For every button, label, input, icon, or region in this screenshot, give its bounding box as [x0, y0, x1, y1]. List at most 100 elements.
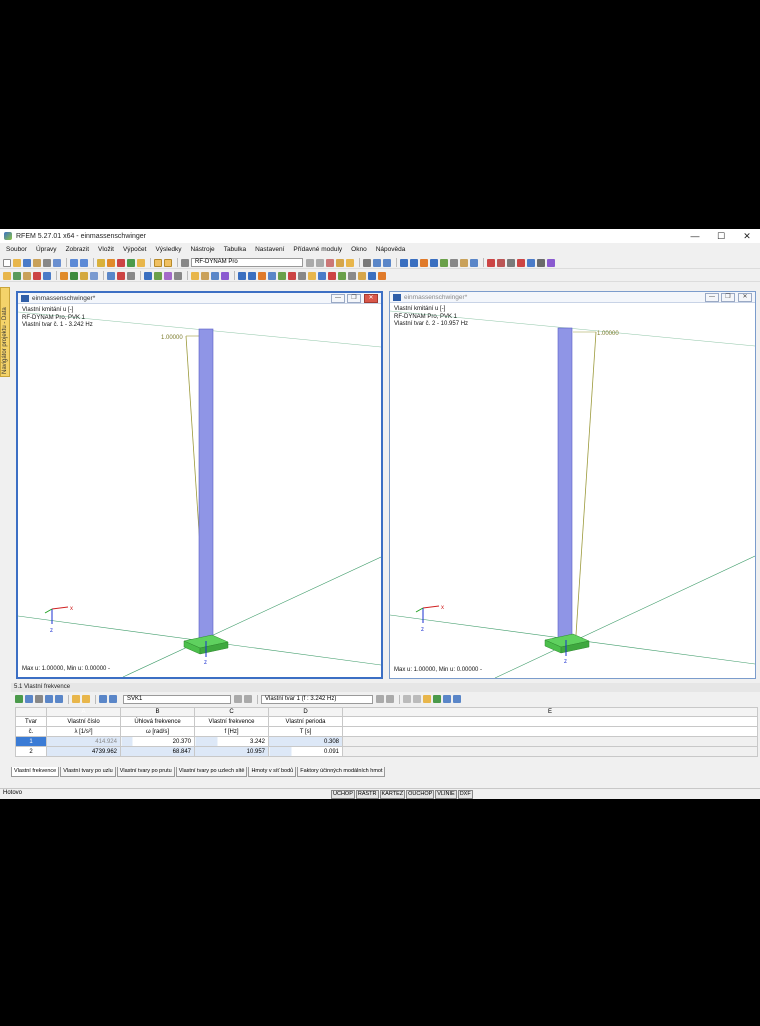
prev-arrow-icon[interactable] — [306, 258, 314, 267]
display-icon[interactable] — [308, 271, 316, 280]
redo-icon[interactable] — [80, 258, 88, 267]
wireframe-icon[interactable] — [318, 271, 326, 280]
show-results-icon[interactable] — [336, 258, 344, 267]
angular-cell[interactable]: 68.847 — [120, 746, 195, 757]
column-member[interactable] — [557, 327, 573, 641]
snap-uchop-button[interactable]: UCHOP — [331, 790, 355, 799]
print-icon[interactable] — [43, 258, 51, 267]
save-all-icon[interactable] — [33, 258, 41, 267]
render-icon[interactable] — [547, 258, 555, 267]
load-case-icon[interactable] — [70, 271, 78, 280]
results-icon[interactable] — [107, 258, 115, 267]
view-minimize-button[interactable]: — — [705, 293, 719, 302]
table-select-icon[interactable] — [82, 695, 90, 703]
material-icon[interactable] — [117, 271, 125, 280]
eigen-cell[interactable]: 4739.962 — [46, 746, 121, 757]
table-columns-icon[interactable] — [25, 695, 33, 703]
menu-vysledky[interactable]: Výsledky — [155, 246, 181, 253]
tab-vlastni-tvary-po-uzlu[interactable]: Vlastní tvary po uzlu — [60, 767, 116, 777]
copy-icon[interactable] — [527, 258, 535, 267]
measure-icon[interactable] — [497, 258, 505, 267]
export-icon[interactable] — [378, 271, 386, 280]
menu-tabulka[interactable]: Tabulka — [224, 246, 246, 253]
section-icon[interactable] — [107, 271, 115, 280]
row-number[interactable]: 2 — [15, 746, 47, 757]
table-view-icon[interactable] — [99, 695, 107, 703]
load-icon[interactable] — [60, 271, 68, 280]
zoom-icon[interactable] — [440, 258, 448, 267]
column-c-header[interactable]: C — [194, 707, 269, 717]
menu-napoveda[interactable]: Nápověda — [376, 246, 406, 253]
eigenvalue-table[interactable]: A B C D E Tvar Vlastní číslo Úhlová frek… — [15, 707, 758, 757]
table-row[interactable]: 2 4739.962 68.847 10.957 0.091 — [15, 746, 758, 757]
table-export-icon[interactable] — [45, 695, 53, 703]
next-case-icon[interactable] — [244, 695, 252, 703]
prev-mode-icon[interactable] — [376, 695, 384, 703]
solid-icon[interactable] — [154, 271, 162, 280]
snap-icon[interactable] — [248, 271, 256, 280]
menu-okno[interactable]: Okno — [351, 246, 367, 253]
column-d-header[interactable]: D — [268, 707, 343, 717]
highlight-icon[interactable] — [423, 695, 431, 703]
new-file-icon[interactable] — [3, 258, 11, 267]
window-tile-icon[interactable] — [164, 258, 172, 267]
tab-vlastni-tvary-po-prutu[interactable]: Vlastní tvary po prutu — [116, 767, 175, 777]
combination-icon[interactable] — [80, 271, 88, 280]
view-z-icon[interactable] — [430, 258, 438, 267]
menu-upravy[interactable]: Úpravy — [36, 246, 57, 253]
clipping-icon[interactable] — [288, 271, 296, 280]
delete-icon[interactable] — [517, 258, 525, 267]
excel-icon[interactable] — [433, 695, 441, 703]
window-icon[interactable] — [154, 258, 162, 267]
save-icon[interactable] — [23, 258, 31, 267]
structure-canvas[interactable]: 1.00000 z x z — [390, 303, 755, 678]
divide-icon[interactable] — [211, 271, 219, 280]
hinge-icon[interactable] — [43, 271, 51, 280]
project-navigator-tab[interactable]: Navigátor projektu - Data — [0, 287, 10, 377]
view-restore-button[interactable]: ❐ — [721, 293, 735, 302]
maximize-button[interactable]: ☐ — [708, 229, 734, 243]
empty-cell[interactable] — [342, 736, 758, 747]
column-member[interactable] — [198, 328, 214, 642]
member-end-icon[interactable] — [191, 271, 199, 280]
column-e-header[interactable]: E — [342, 707, 758, 717]
module-combo[interactable]: RF-DYNAM Pro — [191, 258, 303, 267]
table-import-icon[interactable] — [55, 695, 63, 703]
row-number[interactable]: 1 — [15, 736, 47, 747]
legend-icon[interactable] — [383, 258, 391, 267]
pan-icon[interactable] — [450, 258, 458, 267]
calculate-icon[interactable] — [97, 258, 105, 267]
view-iso-icon[interactable] — [400, 258, 408, 267]
select-icon[interactable] — [470, 258, 478, 267]
table-toggle-icon[interactable] — [368, 271, 376, 280]
member-icon[interactable] — [23, 271, 31, 280]
coordinate-system-icon[interactable] — [298, 271, 306, 280]
snap-dxf-button[interactable]: DXF — [457, 790, 473, 799]
guide-line-icon[interactable] — [278, 271, 286, 280]
filter-icon[interactable] — [537, 258, 545, 267]
table-filter-icon[interactable] — [15, 695, 23, 703]
undo-icon[interactable] — [70, 258, 78, 267]
view-close-button[interactable]: ✕ — [364, 294, 378, 303]
support-icon[interactable] — [33, 271, 41, 280]
deformation-icon[interactable] — [346, 258, 354, 267]
menu-nastroje[interactable]: Nástroje — [190, 246, 214, 253]
line-icon[interactable] — [13, 271, 21, 280]
table-print-icon[interactable] — [109, 695, 117, 703]
pick-icon[interactable] — [403, 695, 411, 703]
period-cell[interactable]: 0.091 — [268, 746, 343, 757]
tab-vlastni-frekvence[interactable]: Vlastní frekvence — [11, 767, 60, 777]
angular-cell[interactable]: 20.370 — [120, 736, 195, 747]
close-button[interactable]: ✕ — [734, 229, 760, 243]
snap-kartez-button[interactable]: KARTEZ — [379, 790, 406, 799]
column-a-header[interactable]: A — [46, 707, 121, 717]
table-row[interactable]: 1 414.924 20.370 3.242 0.308 — [15, 736, 758, 747]
animation-icon[interactable] — [373, 258, 381, 267]
table-icon[interactable] — [127, 258, 135, 267]
light-icon[interactable] — [348, 271, 356, 280]
solid-render-icon[interactable] — [328, 271, 336, 280]
structure-canvas[interactable]: 1.00000 z x z — [18, 304, 381, 677]
freq-cell[interactable]: 10.957 — [194, 746, 269, 757]
graphics-window-1[interactable]: einmassenschwinger* — ❐ ✕ Vlastní kmitán… — [16, 291, 383, 679]
check-icon[interactable] — [117, 258, 125, 267]
